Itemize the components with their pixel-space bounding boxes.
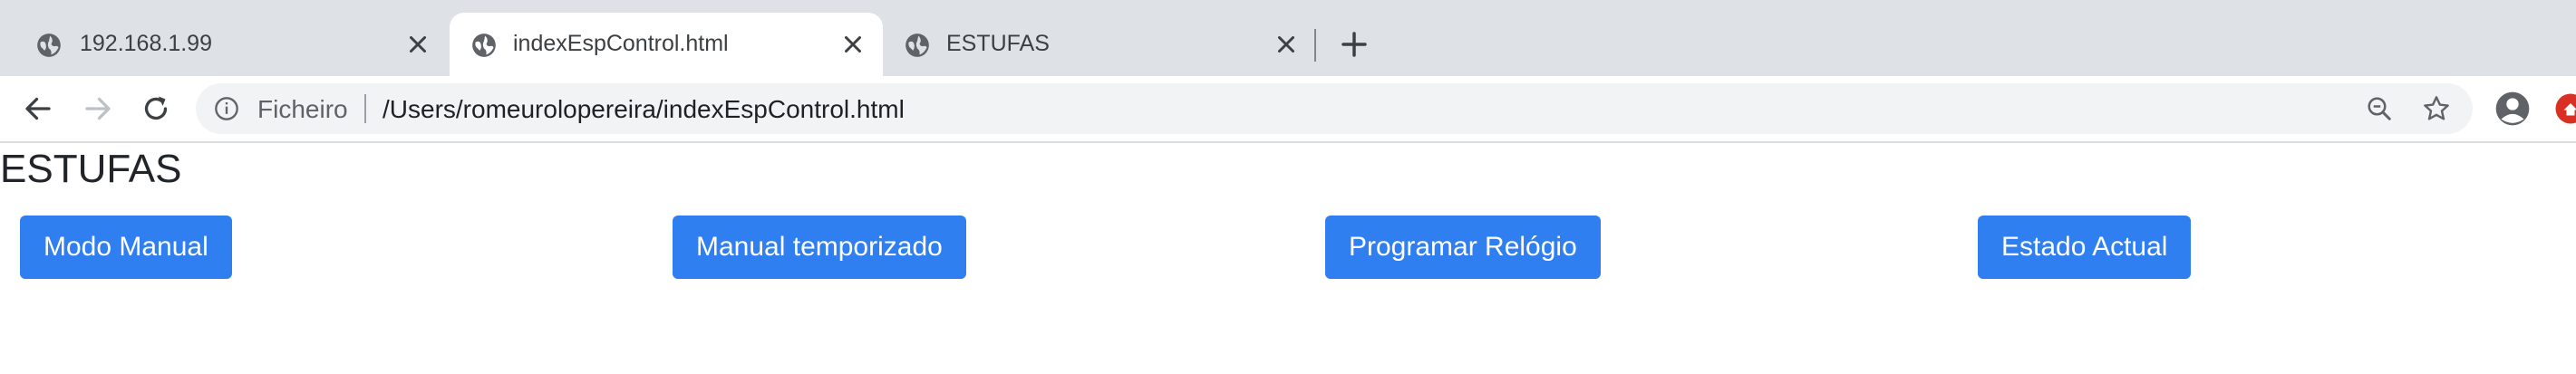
- programar-relogio-button[interactable]: Programar Relógio: [1325, 216, 1601, 279]
- tab-192-168-1-99[interactable]: 192.168.1.99: [0, 13, 450, 76]
- tab-index-esp-control[interactable]: indexEspControl.html: [450, 13, 883, 76]
- zoom-out-icon[interactable]: [2366, 95, 2393, 122]
- estado-actual-button[interactable]: Estado Actual: [1978, 216, 2192, 279]
- manual-temporizado-button[interactable]: Manual temporizado: [673, 216, 966, 279]
- back-arrow-icon[interactable]: [22, 92, 54, 125]
- forward-arrow-icon[interactable]: [82, 92, 114, 125]
- close-icon[interactable]: [839, 31, 867, 58]
- tab-separator: [1314, 29, 1316, 62]
- profile-icon[interactable]: [2494, 91, 2531, 127]
- close-icon[interactable]: [404, 31, 431, 58]
- plus-icon[interactable]: [1340, 30, 1369, 59]
- browser-toolbar: Ficheiro /Users/romeurolopereira/indexEs…: [0, 76, 2576, 143]
- tab-title: ESTUFAS: [946, 31, 1050, 56]
- info-icon[interactable]: [214, 96, 239, 121]
- reload-icon[interactable]: [140, 92, 172, 125]
- url-text[interactable]: /Users/romeurolopereira/indexEspControl.…: [383, 95, 905, 124]
- tab-strip: 192.168.1.99 indexEspControl.html ESTUFA…: [0, 0, 2576, 76]
- globe-icon: [905, 34, 929, 57]
- scheme-divider: [364, 94, 366, 123]
- globe-icon: [472, 34, 496, 57]
- address-bar[interactable]: Ficheiro /Users/romeurolopereira/indexEs…: [196, 83, 2473, 134]
- star-icon[interactable]: [2422, 94, 2451, 123]
- tab-title: 192.168.1.99: [80, 31, 212, 56]
- modo-manual-button[interactable]: Modo Manual: [20, 216, 232, 279]
- close-icon[interactable]: [1273, 31, 1300, 58]
- scheme-label: Ficheiro: [257, 95, 348, 123]
- page-content: ESTUFAS Modo Manual Manual temporizado P…: [0, 143, 2576, 374]
- globe-icon: [37, 34, 61, 57]
- page-title: ESTUFAS: [0, 147, 182, 191]
- browser-window: 192.168.1.99 indexEspControl.html ESTUFA…: [0, 0, 2576, 374]
- extension-icon[interactable]: [2554, 92, 2576, 125]
- tab-title: indexEspControl.html: [513, 31, 729, 56]
- tab-estufas[interactable]: ESTUFAS: [883, 13, 1316, 76]
